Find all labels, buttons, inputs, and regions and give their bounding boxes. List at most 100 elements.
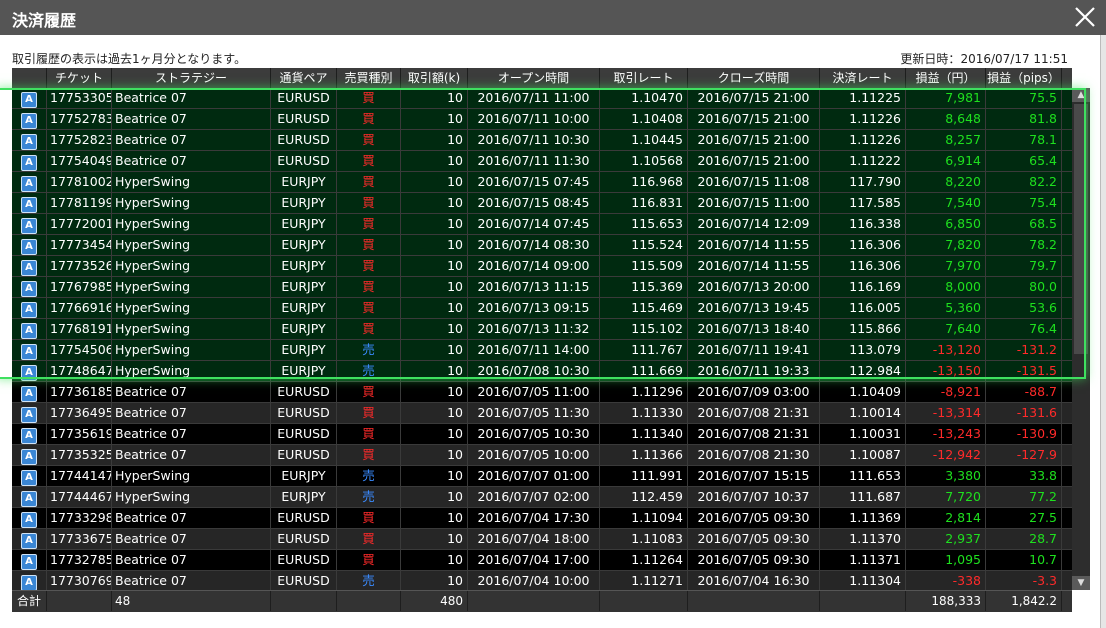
cell-strategy: Beatrice 07 (112, 403, 271, 423)
column-header-close-time[interactable]: クローズ時間 (688, 68, 820, 88)
table-row[interactable]: A 17781002 HyperSwing EURJPY 買 10 2016/07/15 0… (12, 172, 1072, 193)
cell-pair: EURJPY (271, 319, 337, 339)
column-header-side[interactable]: 売買種別 (337, 68, 401, 88)
cell-pl-pips: 77.2 (986, 487, 1062, 507)
cell-badge: A (12, 88, 47, 108)
cell-amount: 10 (401, 487, 468, 507)
row-badge-a-icon[interactable]: A (21, 176, 37, 192)
cell-strategy: Beatrice 07 (112, 109, 271, 129)
row-badge-a-icon[interactable]: A (21, 134, 37, 150)
table-row[interactable]: A 17781199 HyperSwing EURJPY 買 10 2016/07/15 0… (12, 193, 1072, 214)
row-badge-a-icon[interactable]: A (21, 407, 37, 423)
row-badge-a-icon[interactable]: A (21, 365, 37, 381)
close-x-icon[interactable] (1072, 4, 1098, 30)
table-row[interactable]: A 17736185 Beatrice 07 EURUSD 買 10 2016/07/05 … (12, 382, 1072, 403)
table-row[interactable]: A 17748647 HyperSwing EURJPY 売 10 2016/07/08 1… (12, 361, 1072, 382)
cell-pl-pips: -127.9 (986, 445, 1062, 465)
row-badge-a-icon[interactable]: A (21, 260, 37, 276)
row-badge-a-icon[interactable]: A (21, 533, 37, 549)
table-row[interactable]: A 17752783 Beatrice 07 EURUSD 買 10 2016/07/11 … (12, 109, 1072, 130)
row-badge-a-icon[interactable]: A (21, 512, 37, 528)
row-badge-a-icon[interactable]: A (21, 113, 37, 129)
column-header-pair[interactable]: 通貨ペア (271, 68, 337, 88)
cell-close-time: 2016/07/07 10:37 (688, 487, 820, 507)
row-badge-a-icon[interactable]: A (21, 302, 37, 318)
row-badge-a-icon[interactable]: A (21, 449, 37, 465)
cell-open-time: 2016/07/11 10:30 (468, 130, 600, 150)
cell-pl-yen: -12,942 (906, 445, 986, 465)
cell-badge: A (12, 298, 47, 318)
table-row[interactable]: A 17773454 HyperSwing EURJPY 買 10 2016/07/14 0… (12, 235, 1072, 256)
column-header-open-time[interactable]: オープン時間 (468, 68, 600, 88)
row-badge-a-icon[interactable]: A (21, 323, 37, 339)
scroll-up-arrow-icon[interactable]: ▲ (1072, 88, 1090, 102)
table-row[interactable]: A 17744147 HyperSwing EURJPY 売 10 2016/07/07 0… (12, 466, 1072, 487)
row-badge-a-icon[interactable]: A (21, 281, 37, 297)
cell-ticket: 17733298 (47, 508, 112, 528)
cell-badge: A (12, 382, 47, 402)
table-row[interactable]: A 17733675 Beatrice 07 EURUSD 買 10 2016/07/04 … (12, 529, 1072, 550)
table-row[interactable]: A 17773526 HyperSwing EURJPY 買 10 2016/07/14 0… (12, 256, 1072, 277)
row-badge-a-icon[interactable]: A (21, 218, 37, 234)
column-header-strategy[interactable]: ストラテジー (112, 68, 271, 88)
cell-close-rate: 116.169 (820, 277, 906, 297)
column-header-badge[interactable] (12, 68, 47, 88)
row-badge-a-icon[interactable]: A (21, 386, 37, 402)
cell-strategy: HyperSwing (112, 256, 271, 276)
column-header-pl-yen[interactable]: 損益（円） (906, 68, 986, 88)
vertical-scrollbar[interactable]: ▲ ▼ (1072, 88, 1090, 590)
cell-ticket: 17766916 (47, 298, 112, 318)
cell-close-time: 2016/07/11 19:33 (688, 361, 820, 381)
cell-ticket: 17753305 (47, 88, 112, 108)
scroll-thumb[interactable] (1074, 104, 1088, 354)
table-row[interactable]: A 17767985 HyperSwing EURJPY 買 10 2016/07/13 1… (12, 277, 1072, 298)
cell-open-time: 2016/07/15 08:45 (468, 193, 600, 213)
scroll-down-arrow-icon[interactable]: ▼ (1072, 576, 1090, 590)
row-badge-a-icon[interactable]: A (21, 197, 37, 213)
table-row[interactable]: A 17766916 HyperSwing EURJPY 買 10 2016/07/13 0… (12, 298, 1072, 319)
cell-pair: EURUSD (271, 88, 337, 108)
table-row[interactable]: A 17732785 Beatrice 07 EURUSD 買 10 2016/07/04 … (12, 550, 1072, 571)
column-header-amount[interactable]: 取引額(k) (401, 68, 468, 88)
updated-value: 2016/07/17 11:51 (960, 52, 1068, 66)
table-row[interactable]: A 17736495 Beatrice 07 EURUSD 買 10 2016/07/05 … (12, 403, 1072, 424)
cell-pair: EURUSD (271, 445, 337, 465)
row-badge-a-icon[interactable]: A (21, 239, 37, 255)
column-header-open-rate[interactable]: 取引レート (600, 68, 688, 88)
table-row[interactable]: A 17754506 HyperSwing EURJPY 売 10 2016/07/11 1… (12, 340, 1072, 361)
row-badge-a-icon[interactable]: A (21, 554, 37, 570)
cell-open-time: 2016/07/14 09:00 (468, 256, 600, 276)
column-header-close-rate[interactable]: 決済レート (820, 68, 906, 88)
cell-pl-yen: 7,640 (906, 319, 986, 339)
table-row[interactable]: A 17752823 Beatrice 07 EURUSD 買 10 2016/07/11 … (12, 130, 1072, 151)
table-row[interactable]: A 17772001 HyperSwing EURJPY 買 10 2016/07/14 0… (12, 214, 1072, 235)
table-row[interactable]: A 17735325 Beatrice 07 EURUSD 買 10 2016/07/05 … (12, 445, 1072, 466)
row-badge-a-icon[interactable]: A (21, 575, 37, 590)
cell-close-rate: 1.11370 (820, 529, 906, 549)
cell-amount: 10 (401, 508, 468, 528)
table-body[interactable]: A 17753305 Beatrice 07 EURUSD 買 10 2016/07/11 … (12, 88, 1072, 590)
cell-pl-yen: 1,095 (906, 550, 986, 570)
row-badge-a-icon[interactable]: A (21, 92, 37, 108)
table-row[interactable]: A 17735619 Beatrice 07 EURUSD 買 10 2016/07/05 … (12, 424, 1072, 445)
column-header-ticket[interactable]: チケット (47, 68, 112, 88)
row-badge-a-icon[interactable]: A (21, 470, 37, 486)
table-row[interactable]: A 17768191 HyperSwing EURJPY 買 10 2016/07/13 1… (12, 319, 1072, 340)
row-badge-a-icon[interactable]: A (21, 491, 37, 507)
table-row[interactable]: A 17733298 Beatrice 07 EURUSD 買 10 2016/07/04 … (12, 508, 1072, 529)
row-badge-a-icon[interactable]: A (21, 344, 37, 360)
row-badge-a-icon[interactable]: A (21, 428, 37, 444)
cell-amount: 10 (401, 214, 468, 234)
cell-close-rate: 111.687 (820, 487, 906, 507)
cell-strategy: HyperSwing (112, 340, 271, 360)
cell-close-time: 2016/07/08 21:31 (688, 424, 820, 444)
table-row[interactable]: A 17744467 HyperSwing EURJPY 売 10 2016/07/07 0… (12, 487, 1072, 508)
table-row[interactable]: A 17730769 Beatrice 07 EURUSD 売 10 2016/07/04 … (12, 571, 1072, 590)
column-header-pl-pips[interactable]: 損益（pips） (986, 68, 1062, 88)
row-badge-a-icon[interactable]: A (21, 155, 37, 171)
cell-close-rate: 1.10409 (820, 382, 906, 402)
cell-amount: 10 (401, 88, 468, 108)
cell-pl-pips: 78.1 (986, 130, 1062, 150)
table-row[interactable]: A 17754049 Beatrice 07 EURUSD 買 10 2016/07/11 … (12, 151, 1072, 172)
table-row[interactable]: A 17753305 Beatrice 07 EURUSD 買 10 2016/07/11 … (12, 88, 1072, 109)
